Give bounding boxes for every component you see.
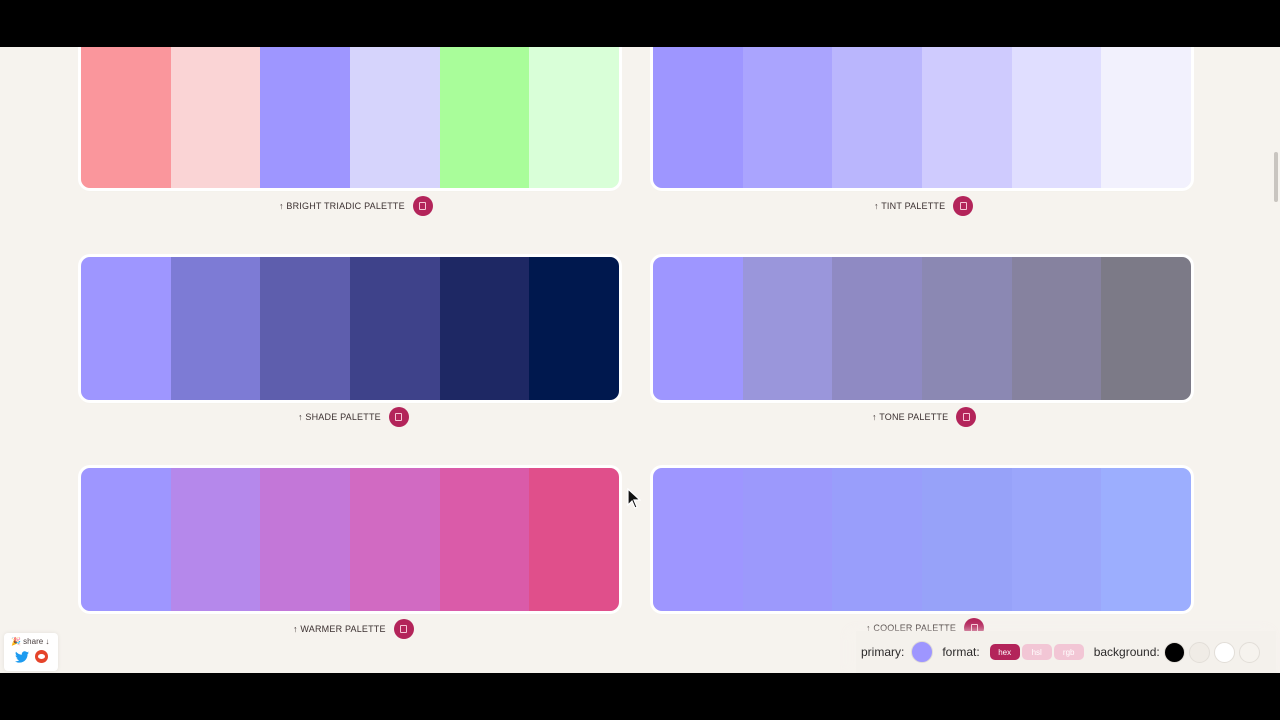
copy-icon [395, 413, 403, 421]
twitter-icon[interactable] [15, 651, 29, 663]
palette-label-row: ↑ SHADE PALETTE [298, 406, 409, 428]
palette-label: ↑ BRIGHT TRIADIC PALETTE [279, 201, 405, 211]
swatch-2[interactable] [742, 468, 833, 611]
swatch-3[interactable] [832, 257, 923, 400]
palette-card-cooler [653, 468, 1191, 611]
swatch-3[interactable] [832, 47, 923, 188]
swatch-2[interactable] [742, 257, 833, 400]
swatch-1[interactable] [653, 47, 743, 188]
copy-icon [400, 625, 408, 633]
palette-card-tone [653, 257, 1191, 400]
copy-icon [959, 202, 967, 210]
copy-palette-button[interactable] [393, 619, 414, 639]
swatch-5[interactable] [1011, 257, 1102, 400]
reddit-icon[interactable] [35, 650, 48, 663]
share-widget: 🎉 share ↓ [4, 633, 58, 671]
swatch-3[interactable] [260, 47, 351, 188]
swatch-3[interactable] [260, 468, 351, 611]
swatch-6[interactable] [529, 257, 619, 400]
swatch-2[interactable] [170, 47, 261, 188]
swatch-1[interactable] [81, 257, 171, 400]
palette-label-row: ↑ WARMER PALETTE [293, 618, 414, 640]
swatch-5[interactable] [439, 47, 530, 188]
scrollbar-thumb[interactable] [1274, 152, 1278, 202]
background-option-black[interactable] [1163, 641, 1185, 663]
swatch-2[interactable] [170, 257, 261, 400]
swatch-4[interactable] [922, 257, 1012, 400]
copy-icon [419, 202, 427, 210]
settings-bar: primary: format: hex hsl rgb background: [856, 631, 1276, 673]
swatch-4[interactable] [350, 468, 440, 611]
swatch-6[interactable] [1101, 47, 1191, 188]
palette-label: ↑ TONE PALETTE [872, 412, 949, 422]
cursor-icon [627, 488, 641, 509]
swatch-2[interactable] [170, 468, 261, 611]
format-rgb-button[interactable]: rgb [1053, 644, 1084, 660]
swatch-1[interactable] [653, 468, 743, 611]
palette-label-row: ↑ TONE PALETTE [872, 406, 977, 428]
swatch-6[interactable] [1101, 257, 1191, 400]
copy-palette-button[interactable] [956, 407, 977, 427]
palette-card-warmer [81, 468, 619, 611]
copy-palette-button[interactable] [953, 196, 974, 216]
swatch-4[interactable] [350, 257, 440, 400]
palette-label: ↑ TINT PALETTE [874, 201, 946, 211]
palette-card-tint [653, 47, 1191, 188]
swatch-3[interactable] [260, 257, 351, 400]
background-label: background: [1093, 645, 1160, 659]
swatch-1[interactable] [81, 468, 171, 611]
copy-palette-button[interactable] [388, 407, 409, 427]
palette-label: ↑ WARMER PALETTE [293, 624, 386, 634]
page-viewport: ↑ BRIGHT TRIADIC PALETTE ↑ TINT PALETTE … [0, 47, 1280, 673]
copy-palette-button[interactable] [412, 196, 433, 216]
background-option-cream[interactable] [1238, 641, 1260, 663]
swatch-4[interactable] [350, 47, 440, 188]
swatch-3[interactable] [832, 468, 923, 611]
swatch-6[interactable] [529, 47, 619, 188]
primary-label: primary: [861, 645, 905, 659]
swatch-5[interactable] [439, 257, 530, 400]
swatch-5[interactable] [439, 468, 530, 611]
background-option-white[interactable] [1213, 641, 1235, 663]
palette-label-row: ↑ TINT PALETTE [874, 195, 974, 217]
format-label: format: [942, 645, 980, 659]
swatch-4[interactable] [922, 468, 1012, 611]
swatch-1[interactable] [81, 47, 171, 188]
format-hex-button[interactable]: hex [989, 644, 1020, 660]
palette-card-bright-triadic [81, 47, 619, 188]
swatch-1[interactable] [653, 257, 743, 400]
format-hsl-button[interactable]: hsl [1021, 644, 1052, 660]
swatch-5[interactable] [1011, 47, 1102, 188]
swatch-6[interactable] [1101, 468, 1191, 611]
swatch-5[interactable] [1011, 468, 1102, 611]
share-label: 🎉 share ↓ [11, 637, 50, 646]
background-option-light-gray[interactable] [1188, 641, 1210, 663]
swatch-2[interactable] [742, 47, 833, 188]
swatch-4[interactable] [922, 47, 1012, 188]
copy-icon [962, 413, 970, 421]
palette-card-shade [81, 257, 619, 400]
primary-color-picker[interactable] [911, 641, 934, 663]
swatch-6[interactable] [529, 468, 619, 611]
palette-label-row: ↑ BRIGHT TRIADIC PALETTE [279, 195, 433, 217]
palette-label: ↑ SHADE PALETTE [298, 412, 381, 422]
